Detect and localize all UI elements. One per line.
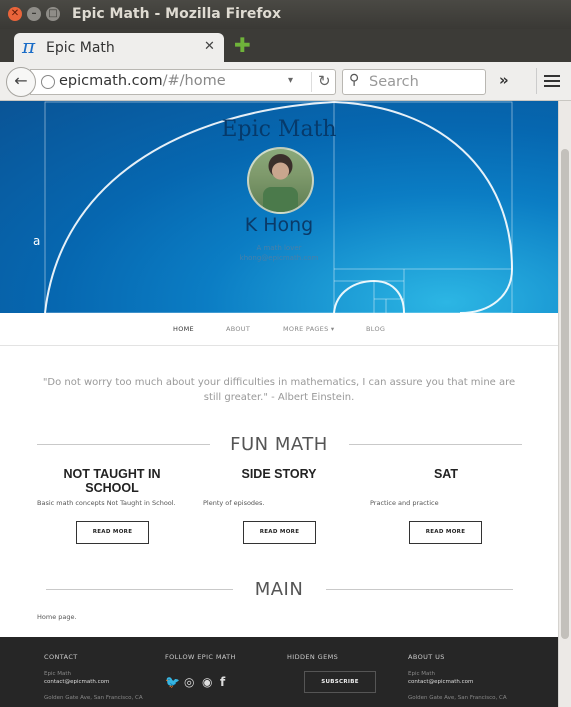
search-input[interactable] (367, 72, 483, 92)
window-maximize-button[interactable]: □ (46, 7, 60, 21)
page-viewport: a Epic Math K Hong A math lover khong@ep… (0, 101, 558, 707)
read-more-button-side-story[interactable]: READ MORE (243, 521, 316, 544)
search-icon: ⚲ (349, 72, 360, 88)
pi-favicon-icon: π (22, 34, 36, 58)
menu-item-more-pages[interactable]: MORE PAGES ▾ (283, 325, 334, 333)
main-content-text: Home page. (37, 613, 77, 621)
site-title[interactable]: Epic Math (0, 117, 558, 142)
page-scrollbar[interactable] (558, 101, 571, 707)
url-host: epicmath.com (59, 73, 163, 89)
feature-title[interactable]: SAT (371, 467, 521, 481)
menu-item-home[interactable]: HOME (173, 325, 194, 333)
feature-side-story: SIDE STORY Plenty of episodes. (203, 467, 354, 507)
search-box[interactable]: ⚲ (342, 69, 486, 95)
footer-about-address: Golden Gate Ave, San Francisco, CA (408, 695, 507, 701)
tab-epic-math[interactable]: π Epic Math ✕ (14, 33, 224, 62)
feature-sat: SAT Practice and practice (370, 467, 521, 507)
facebook-icon[interactable]: f (220, 675, 225, 689)
section-title-main: MAIN (254, 579, 304, 600)
site-footer: CONTACT Epic Math contact@epicmath.com G… (0, 637, 558, 707)
toolbar-overflow-icon[interactable]: » (499, 71, 509, 89)
hero-banner: a Epic Math K Hong A math lover khong@ep… (0, 101, 558, 313)
feature-description: Plenty of episodes. (203, 499, 265, 507)
hamburger-menu-icon[interactable] (536, 68, 565, 94)
feature-not-taught: NOT TAUGHT IN SCHOOL Basic math concepts… (37, 467, 187, 507)
feature-description: Practice and practice (370, 499, 439, 507)
menu-item-about[interactable]: ABOUT (226, 325, 250, 333)
author-avatar (247, 147, 314, 214)
tab-title: Epic Math (46, 40, 115, 56)
read-more-button-not-taught[interactable]: READ MORE (76, 521, 149, 544)
read-more-button-sat[interactable]: READ MORE (409, 521, 482, 544)
feature-title[interactable]: NOT TAUGHT IN SCHOOL (37, 467, 187, 495)
subscribe-button[interactable]: SUBSCRIBE (304, 671, 376, 693)
footer-contact: CONTACT Epic Math contact@epicmath.com G… (44, 653, 143, 701)
window-title: Epic Math - Mozilla Firefox (72, 6, 282, 22)
footer-contact-heading: CONTACT (44, 653, 78, 661)
footer-about: ABOUT US Epic Math contact@epicmath.com … (408, 653, 507, 701)
footer-follow: FOLLOW EPIC MATH (165, 653, 236, 661)
author-name: K Hong (244, 214, 314, 236)
url-bar[interactable]: epicmath.com/#/home ▾ ↻ (30, 69, 336, 95)
author-tagline: A math lover (256, 244, 302, 252)
scrollbar-thumb[interactable] (561, 149, 569, 639)
footer-contact-email[interactable]: contact@epicmath.com (44, 679, 143, 685)
window-titlebar: ✕ – □ Epic Math - Mozilla Firefox (0, 0, 571, 29)
window-minimize-button[interactable]: – (27, 7, 41, 21)
section-title-fun-math: FUN MATH (230, 434, 328, 455)
url-dropdown-icon[interactable]: ▾ (288, 75, 293, 86)
back-button[interactable]: ← (6, 67, 36, 97)
einstein-quote: "Do not worry too much about your diffic… (42, 377, 516, 403)
footer-about-email[interactable]: contact@epicmath.com (408, 679, 507, 685)
github-icon[interactable]: ◉ (202, 675, 212, 689)
new-tab-icon[interactable]: ✚ (234, 35, 251, 55)
feature-description: Basic math concepts Not Taught in School… (37, 499, 176, 507)
author-email[interactable]: khong@epicmath.com (0, 254, 558, 262)
footer-contact-address: Golden Gate Ave, San Francisco, CA (44, 695, 143, 701)
footer-contact-name: Epic Math (44, 671, 72, 677)
footer-about-heading: ABOUT US (408, 653, 445, 661)
url-path: /#/home (162, 73, 226, 89)
site-nav-menu: HOME ABOUT MORE PAGES ▾ BLOG (0, 313, 558, 346)
footer-about-name: Epic Math (408, 671, 436, 677)
reload-icon[interactable]: ↻ (311, 72, 331, 92)
menu-item-blog[interactable]: BLOG (366, 325, 385, 333)
feature-title[interactable]: SIDE STORY (204, 467, 354, 481)
url-text[interactable]: epicmath.com/#/home (59, 73, 226, 89)
window-close-button[interactable]: ✕ (8, 7, 22, 21)
footer-hidden-gems: HIDDEN GEMS (287, 653, 338, 661)
navigation-toolbar: epicmath.com/#/home ▾ ↻ ← ⚲ » (0, 62, 571, 101)
twitter-icon[interactable]: 🐦 (165, 675, 180, 689)
dribbble-icon[interactable]: ◎ (184, 675, 194, 689)
footer-follow-heading: FOLLOW EPIC MATH (165, 653, 236, 661)
globe-icon (41, 75, 55, 89)
footer-gems-heading: HIDDEN GEMS (287, 653, 339, 661)
tab-strip: π Epic Math ✕ ✚ (0, 29, 571, 62)
tab-close-icon[interactable]: ✕ (204, 39, 215, 54)
